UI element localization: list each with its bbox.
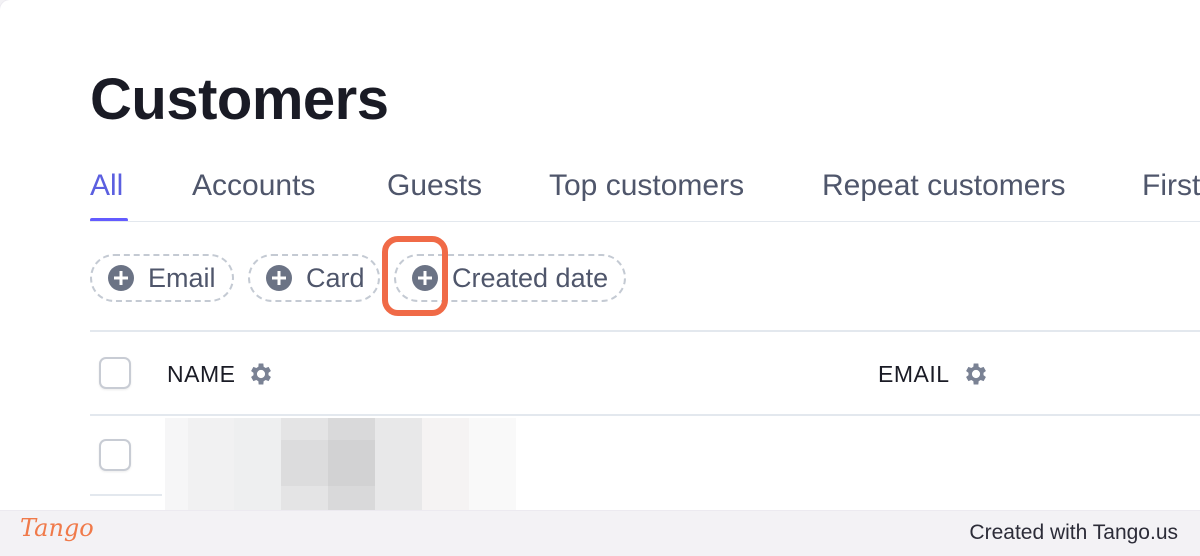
tab-guests[interactable]: Guests <box>387 166 482 206</box>
customers-panel: Customers All Accounts Guests Top custom… <box>0 0 1200 510</box>
gear-icon[interactable] <box>962 360 990 388</box>
footer: Tango Created with Tango.us <box>0 510 1200 556</box>
tango-credit: Created with Tango.us <box>969 521 1178 544</box>
column-header-email: EMAIL <box>878 358 990 390</box>
page-title: Customers <box>90 67 389 132</box>
click-highlight <box>382 236 448 316</box>
divider <box>90 414 1200 416</box>
plus-circle-icon <box>266 265 292 291</box>
tab-all[interactable]: All <box>90 166 123 206</box>
column-header-name: NAME <box>167 358 275 390</box>
select-all-checkbox[interactable] <box>99 357 131 389</box>
row-checkbox[interactable] <box>99 439 131 471</box>
divider <box>90 494 162 496</box>
filter-email-button[interactable]: Email <box>90 254 234 302</box>
filter-label: Card <box>306 262 365 293</box>
gear-icon[interactable] <box>247 360 275 388</box>
filter-label: Created date <box>452 262 609 293</box>
column-label: EMAIL <box>878 361 950 387</box>
filter-card-button[interactable]: Card <box>248 254 380 302</box>
tab-bar: All Accounts Guests Top customers Repeat… <box>90 166 1200 222</box>
tab-accounts[interactable]: Accounts <box>192 166 315 206</box>
tabs-divider <box>90 221 1200 222</box>
filter-label: Email <box>148 262 216 293</box>
tango-logo: Tango <box>20 514 94 542</box>
column-label: NAME <box>167 361 236 387</box>
tab-top-customers[interactable]: Top customers <box>549 166 744 206</box>
divider <box>90 330 1200 332</box>
tab-first[interactable]: First <box>1142 166 1200 206</box>
tab-repeat-customers[interactable]: Repeat customers <box>822 166 1065 206</box>
plus-circle-icon <box>108 265 134 291</box>
